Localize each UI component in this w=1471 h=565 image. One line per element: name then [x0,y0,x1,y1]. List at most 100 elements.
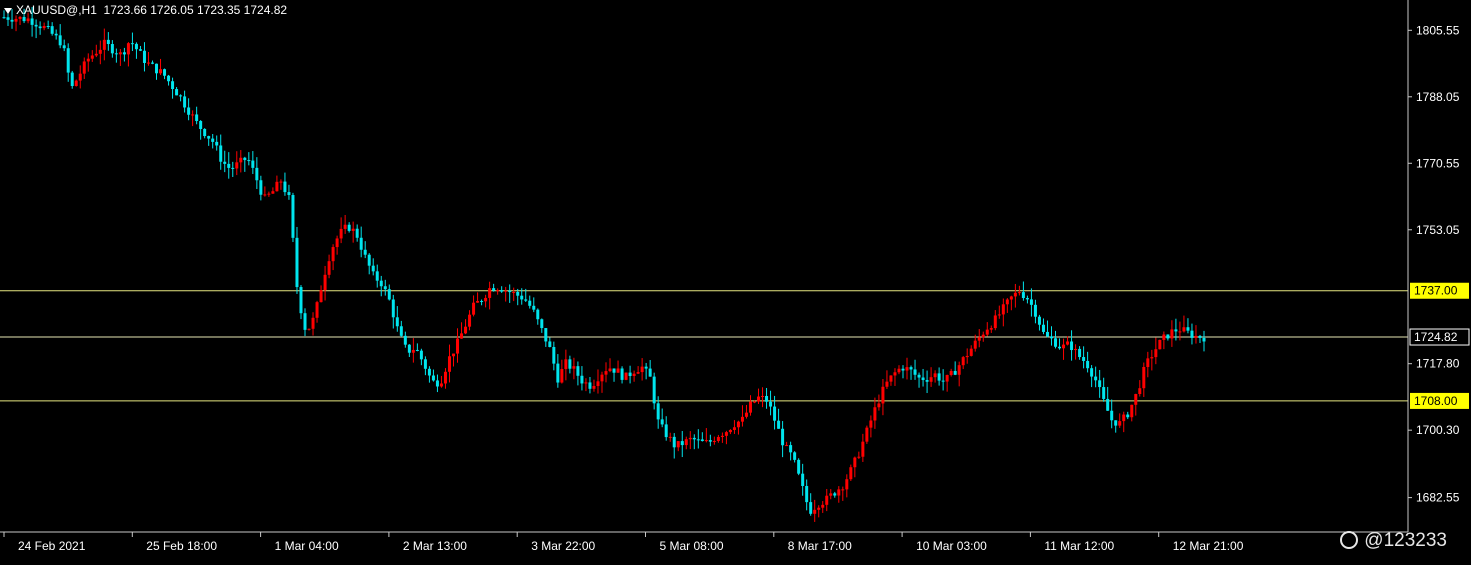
candle-body [761,395,765,397]
candle-body [500,290,504,292]
candle-body [339,228,343,239]
x-tick-label: 10 Mar 03:00 [916,539,987,553]
candle-body [118,52,122,55]
candle-body [395,317,399,327]
candle-body [146,62,150,64]
candle-body [183,96,187,108]
candle-body [1154,349,1158,358]
candle-body [427,368,431,376]
y-tick-label: 1682.55 [1416,491,1460,505]
candle-body [961,357,965,366]
candle-body [447,356,451,372]
candle-body [399,326,403,336]
candle-body [712,440,716,442]
candle-body [1166,334,1170,339]
candle-body [247,160,251,162]
candle-body [1134,394,1138,405]
candle-body [540,319,544,329]
candle-body [319,290,323,303]
candle-body [26,18,30,22]
watermark-logo-icon [1340,531,1359,549]
candle-body [949,370,953,376]
candle-body [488,288,492,298]
candle-body [1025,298,1029,300]
candle-body [873,407,877,421]
candle-body [82,61,86,74]
candle-body [664,424,668,438]
candle-body [981,334,985,338]
candle-body [403,335,407,345]
candle-body [387,289,391,300]
candle-body [889,375,893,382]
candle-body [419,350,423,360]
candle-body [704,440,708,442]
candle-body [167,75,171,82]
candle-body [1062,344,1066,349]
candle-body [1058,346,1062,349]
candle-body [255,167,259,181]
candle-body [1086,360,1090,369]
candle-body [130,43,134,45]
candle-body [929,377,933,382]
candle-body [560,369,564,383]
candle-body [14,18,18,22]
candle-body [576,366,580,376]
candle-body [287,192,291,196]
candle-body [6,17,10,20]
candle-body [588,382,592,389]
candle-body [909,367,913,370]
candle-body [267,193,271,195]
candle-body [1182,327,1186,332]
candle-body [556,363,560,383]
candle-body [921,377,925,381]
level-lines [0,290,1408,402]
candle-body [1106,398,1110,411]
candle-body [985,329,989,335]
candle-body [1146,358,1150,367]
x-tick-label: 5 Mar 08:00 [660,539,724,553]
candle-body [901,368,905,371]
candle-body [640,366,644,373]
candle-body [676,441,680,448]
candle-body [849,467,853,480]
candle-body [885,381,889,387]
price-chart[interactable]: 1805.55 1788.05 1770.55 1753.05 1717.80 1700.… [0,0,1471,560]
y-tick-label: 1805.55 [1416,23,1460,37]
candle-body [451,353,455,357]
candle-body [833,493,837,496]
dropdown-triangle-icon[interactable] [4,7,12,14]
candle-body [1178,331,1182,333]
candle-body [199,121,203,129]
candle-body [716,436,720,441]
chart-svg[interactable]: 1805.55 1788.05 1770.55 1753.05 1717.80 1700.… [0,0,1471,560]
candle-body [66,48,70,73]
symbol-header[interactable]: XAUUSD@,H1 1723.66 1726.05 1723.35 1724.… [4,3,287,17]
candle-body [219,145,223,162]
candle-body [86,58,90,62]
candle-body [937,373,941,381]
candle-body [528,300,532,306]
candle-body [383,286,387,290]
tick-labels: 1805.55 1788.05 1770.55 1753.05 1717.80 1700.… [3,23,1460,553]
candle-body [259,180,263,195]
watermark-text: @123233 [1364,530,1447,551]
candle-body [363,249,367,255]
candle-body [893,372,897,376]
candle-body [291,195,295,238]
candle-body [407,344,411,353]
candle-body [1074,348,1078,351]
candle-body [989,328,993,330]
candle-body [484,297,488,302]
candle-body [415,349,419,351]
candle-body [223,161,227,164]
candle-body [552,347,556,364]
candle-body [568,359,572,369]
candle-body [114,53,118,55]
candle-body [179,95,183,97]
candle-body [636,372,640,374]
candle-body [532,305,536,310]
y-tick-label: 1700.30 [1416,423,1460,437]
candle-body [295,237,299,288]
candle-body [797,459,801,474]
candle-body [548,341,552,348]
